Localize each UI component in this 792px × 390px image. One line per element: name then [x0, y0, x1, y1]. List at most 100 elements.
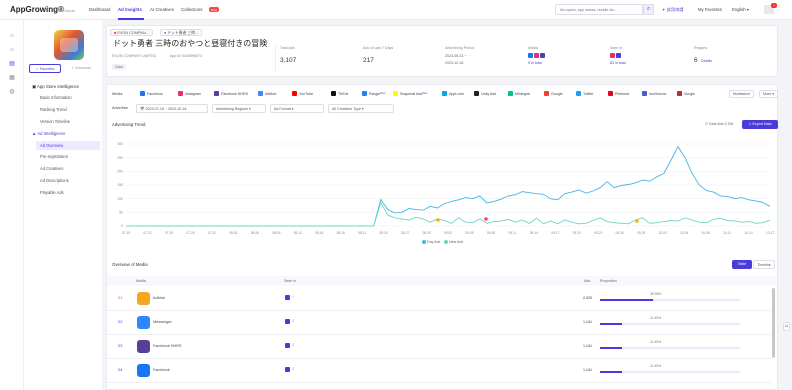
- media-chip-pangle[interactable]: Pangle New: [362, 91, 385, 96]
- tab-collections[interactable]: Collections: [181, 7, 202, 12]
- media-chip-facebook[interactable]: Facebook: [140, 91, 163, 96]
- logo[interactable]: AppGrowing®: [10, 5, 64, 14]
- media-chip-admob[interactable]: AdMob: [258, 91, 276, 96]
- stat-regions-details-link[interactable]: Details: [701, 59, 712, 63]
- media-chip-mintegral[interactable]: Mintegral: [508, 91, 530, 96]
- breadcrumb-publisher[interactable]: ■ EXON COMPAN...: [110, 29, 153, 36]
- table-row[interactable]: 02 Messenger 3 1,141 11.45%: [107, 311, 771, 335]
- region-label[interactable]: Global: [63, 8, 75, 13]
- media-chip-vungle[interactable]: Vungle: [677, 91, 695, 96]
- home-icon[interactable]: ⌂: [8, 32, 16, 40]
- icon-strip: ⌂ ☼ ▤ ▦ ◍: [0, 20, 24, 390]
- globe-icon[interactable]: ◍: [8, 88, 16, 96]
- twitter-icon: [576, 91, 581, 96]
- sidebar-section-ad-intelligence[interactable]: ▲ Ad Intelligence: [32, 131, 65, 136]
- media-chip-unity-ads[interactable]: Unity Ads: [474, 91, 496, 96]
- instagram-icon: [610, 53, 615, 58]
- stat-media-total[interactable]: 9 in total: [528, 61, 542, 65]
- sidebar-item-basic-info[interactable]: Basic Information: [40, 95, 72, 100]
- row-media-name[interactable]: Messenger: [153, 320, 172, 324]
- sidebar-section-app-store[interactable]: ▣ App Store Intelligence: [32, 84, 79, 90]
- media-chip-facebook-hhrs[interactable]: Facebook HHRS: [214, 91, 248, 96]
- language-select[interactable]: English ▾: [732, 7, 749, 12]
- sidebar: ☆ Favorites ⇩ Download ▣ App Store Intel…: [24, 20, 102, 390]
- publisher-name[interactable]: EXON COMPANY LIMITED: [112, 54, 156, 58]
- chat-icon[interactable]: ☺: [783, 322, 790, 331]
- media-chip-applovin[interactable]: AppLovin: [442, 91, 464, 96]
- stat-seen-in-icons: [610, 53, 622, 58]
- row-ads-count: 2,029: [583, 296, 592, 300]
- chart-icon[interactable]: ▤: [8, 60, 16, 68]
- media-chip-snapchat-ads[interactable]: Snapchat Ads New: [393, 91, 427, 96]
- download-button[interactable]: ⇩ Download: [64, 64, 98, 73]
- table-row[interactable]: 03 Facebook HHRS 3 1,141 11.45%: [107, 335, 771, 359]
- seen-in-more[interactable]: 3: [292, 319, 294, 324]
- search-button[interactable]: ⌕: [643, 4, 654, 15]
- bulb-icon[interactable]: ☼: [8, 46, 16, 54]
- legend-day-ads[interactable]: Day Ads: [422, 240, 440, 245]
- date-range-picker[interactable]: 📅 2023-07-18 ~ 2023-10-18: [136, 104, 208, 113]
- sidebar-item-playable-ads[interactable]: Playable Ads: [40, 190, 64, 195]
- search-input[interactable]: [555, 4, 643, 15]
- row-media-name[interactable]: Facebook: [153, 368, 170, 372]
- col-media: Media: [136, 279, 146, 283]
- facebook-icon: [140, 91, 145, 96]
- proportion-fill: [600, 299, 654, 301]
- table-row[interactable]: 04 Facebook 3 1,141 11.45%: [107, 359, 771, 383]
- sidebar-item-pre-registration[interactable]: Pre-registration: [40, 154, 68, 159]
- overview-title: Overview of Media: [112, 262, 148, 267]
- youtube-icon: [292, 91, 297, 96]
- my-favorites-link[interactable]: My Favorites: [698, 7, 722, 12]
- seen-in-more[interactable]: 3: [292, 367, 294, 372]
- sidebar-item-version-timeline[interactable]: Version Timeline: [40, 119, 70, 124]
- tab-ad-insights[interactable]: Ad Insights: [118, 7, 142, 12]
- creative-type-select[interactable]: All Creatives Type ▾: [328, 104, 394, 113]
- seen-in-more[interactable]: +: [292, 295, 294, 300]
- export-data-button[interactable]: ⇩ Export Data: [742, 120, 778, 129]
- table-view-button[interactable]: Table: [732, 260, 752, 269]
- sidebar-item-ranking-trend[interactable]: Ranking Trend: [40, 107, 67, 112]
- proportion-fill: [600, 323, 623, 325]
- media-chip-google[interactable]: Google: [544, 91, 563, 96]
- instagram-icon: [178, 91, 183, 96]
- multiselect-toggle[interactable]: Multiselect: [729, 90, 754, 98]
- regions-select[interactable]: Advertising Regions ▾: [212, 104, 266, 113]
- sidebar-item-ad-overview[interactable]: Ad Overview: [36, 141, 100, 150]
- favorites-button[interactable]: ☆ Favorites: [29, 64, 61, 73]
- category-tag: Card: [112, 64, 126, 70]
- row-media-name[interactable]: Facebook HHRS: [153, 344, 182, 348]
- more-media-button[interactable]: More ▾: [759, 90, 779, 98]
- vungle-icon: [677, 91, 682, 96]
- media-chip-tiktok[interactable]: TikTok: [331, 91, 348, 96]
- stat-last7-label: Ads of Last 7 Days: [363, 46, 394, 50]
- admob-icon: [258, 91, 263, 96]
- ad-format-select[interactable]: Ad Format ▾: [270, 104, 324, 113]
- media-chip-twitter[interactable]: Twitter: [576, 91, 594, 96]
- table-scrollbar[interactable]: [772, 288, 775, 358]
- media-chip-ironsource[interactable]: ironSource: [642, 91, 666, 96]
- stat-seen-in-total[interactable]: 83 in total: [610, 61, 626, 65]
- timeline-view-button[interactable]: Timeline: [753, 260, 775, 269]
- seen-in-more[interactable]: 3: [292, 343, 294, 348]
- media-chip-pinterest[interactable]: Pinterest: [608, 91, 629, 96]
- trial-link[interactable]: ✦ 試用申請: [662, 7, 683, 13]
- app-icon: [54, 30, 84, 60]
- legend-new-ads[interactable]: New Ads: [444, 240, 463, 245]
- sidebar-item-ad-descriptions[interactable]: Ad Descriptions: [40, 178, 69, 183]
- media-chip-label: Twitter: [583, 91, 594, 96]
- app-header-card: [106, 25, 778, 77]
- stat-total-ads-value: 3,107: [280, 57, 297, 64]
- table-row[interactable]: 01 AdMob +2,029 35.96%: [107, 287, 771, 311]
- proportion-bar: [600, 299, 740, 301]
- row-media-name[interactable]: AdMob: [153, 296, 165, 300]
- sidebar-item-ad-creatives[interactable]: Ad Creatives: [40, 166, 63, 171]
- row-rank: 02: [118, 319, 123, 324]
- tab-dashboard[interactable]: Dashboard: [89, 7, 110, 12]
- media-chip-instagram[interactable]: Instagram: [178, 91, 201, 96]
- tab-ai-creatives[interactable]: AI Creatives: [150, 7, 174, 12]
- row-proportion: 11.45%: [650, 364, 662, 368]
- media-chip-youtube[interactable]: YouTube: [292, 91, 313, 96]
- breadcrumb-app[interactable]: ● ドット勇者 三時...: [160, 29, 203, 36]
- media-chip-label: ironSource: [649, 91, 667, 96]
- grid-icon[interactable]: ▦: [8, 74, 16, 82]
